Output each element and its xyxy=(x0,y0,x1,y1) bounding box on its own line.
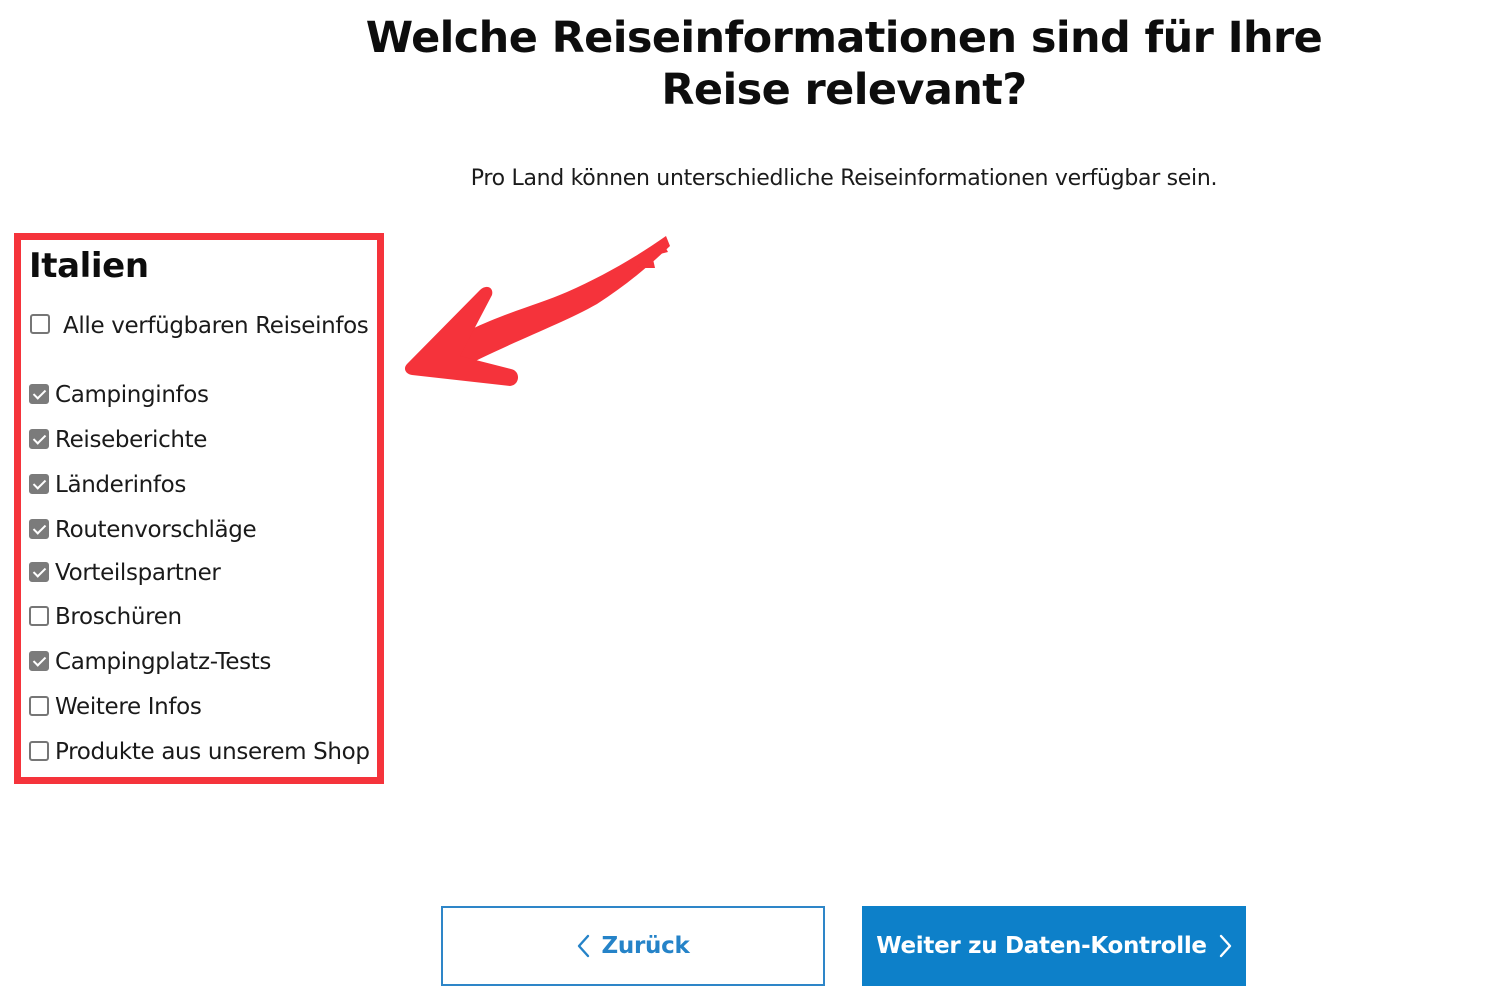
option-label-campinginfos: Campinginfos xyxy=(55,382,209,408)
chevron-right-icon xyxy=(1219,934,1231,958)
country-title: Italien xyxy=(29,246,149,286)
page-title: Welche Reiseinformationen sind für Ihre … xyxy=(365,13,1323,115)
option-checkbox-campingplatz-tests[interactable] xyxy=(29,651,49,671)
next-button[interactable]: Weiter zu Daten-Kontrolle xyxy=(862,906,1246,986)
option-label-campingplatz-tests: Campingplatz-Tests xyxy=(55,649,272,675)
option-label-laenderinfos: Länderinfos xyxy=(55,472,186,498)
option-checkbox-weitere-infos[interactable] xyxy=(29,696,49,716)
option-label-routenvorschlaege: Routenvorschläge xyxy=(55,517,257,543)
option-label-broschueren: Broschüren xyxy=(55,604,182,630)
chevron-left-icon xyxy=(577,934,589,958)
option-checkbox-vorteilspartner[interactable] xyxy=(29,562,49,582)
option-label-vorteilspartner: Vorteilspartner xyxy=(55,560,221,586)
option-checkbox-campinginfos[interactable] xyxy=(29,384,49,404)
select-all-checkbox[interactable] xyxy=(30,314,50,334)
option-label-weitere-infos: Weitere Infos xyxy=(55,694,202,720)
option-label-reiseberichte: Reiseberichte xyxy=(55,427,208,453)
option-label-shop-produkte: Produkte aus unserem Shop xyxy=(55,739,370,765)
pointer-arrow-icon xyxy=(404,236,670,386)
option-checkbox-routenvorschlaege[interactable] xyxy=(29,519,49,539)
option-checkbox-broschueren[interactable] xyxy=(29,606,49,626)
option-checkbox-laenderinfos[interactable] xyxy=(29,474,49,494)
back-button[interactable]: Zurück xyxy=(441,906,825,986)
select-all-label: Alle verfügbaren Reiseinfos xyxy=(63,313,369,339)
option-checkbox-reiseberichte[interactable] xyxy=(29,429,49,449)
option-checkbox-shop-produkte[interactable] xyxy=(29,741,49,761)
next-button-label: Weiter zu Daten-Kontrolle xyxy=(876,933,1207,959)
page-subtitle: Pro Land können unterschiedliche Reisein… xyxy=(470,166,1218,191)
back-button-label: Zurück xyxy=(601,933,690,959)
